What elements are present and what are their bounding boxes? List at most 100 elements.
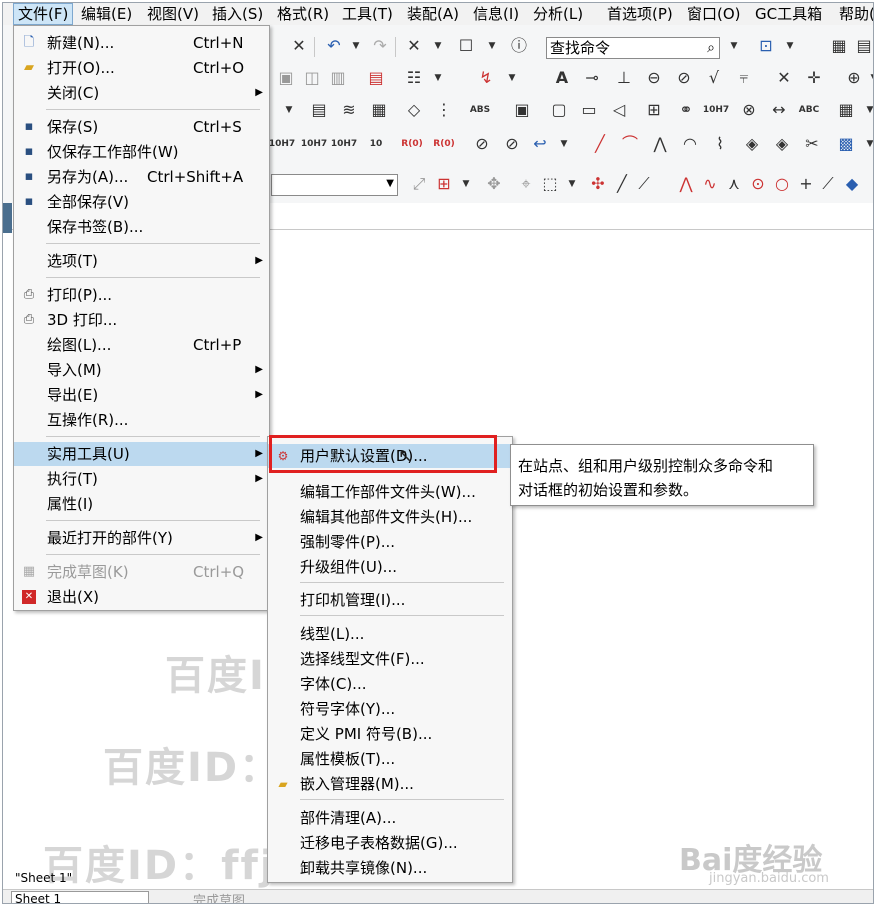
utilities-attribute-templates[interactable]: 属性模板(T)... (268, 747, 512, 771)
insert-table-icon[interactable]: ▤ (365, 67, 387, 89)
redo-icon[interactable]: ↷ (369, 35, 391, 57)
menu-gc-toolbox[interactable]: GC工具箱 (751, 4, 826, 24)
snap-peak-icon[interactable]: ⋀ (675, 173, 697, 195)
pattern-icon[interactable]: ▥ (327, 67, 349, 89)
delete-dropdown-icon[interactable]: ▼ (427, 35, 449, 57)
tree-icon[interactable]: ⋮ (433, 99, 455, 121)
view-dropdown-icon[interactable]: ▼ (779, 35, 801, 57)
border-icon[interactable]: ▢ (548, 99, 570, 121)
curve-icon[interactable]: ⌇ (709, 133, 731, 155)
menu-file[interactable]: 文件(F) (13, 3, 74, 25)
utilities-migrate-spreadsheet[interactable]: 迁移电子表格数据(G)... (268, 831, 512, 855)
file-menu-exit[interactable]: ✕ 退出(X) (14, 585, 269, 609)
file-menu-properties[interactable]: 属性(I) (14, 492, 269, 516)
rect-icon[interactable]: ▭ (578, 99, 600, 121)
r1-icon[interactable]: R(0) (433, 133, 455, 155)
utilities-fonts[interactable]: 字体(C)... (268, 672, 512, 696)
cube-icon[interactable]: ▩ (835, 133, 857, 155)
part-list-icon[interactable]: ☷ (403, 67, 425, 89)
snap-perp-icon[interactable]: ⋏ (723, 173, 745, 195)
balloon-icon[interactable]: ⊘ (673, 67, 695, 89)
tol-a-icon[interactable]: 10H7 (269, 133, 295, 155)
delete-icon[interactable]: ✕ (403, 35, 425, 57)
intersection-icon[interactable]: ✕ (773, 67, 795, 89)
command-finder-input[interactable]: 查找命令 ⌕ (546, 37, 720, 59)
no-icon[interactable]: ⊘ (471, 133, 493, 155)
file-menu-plot[interactable]: 绘图(L)... Ctrl+P (14, 333, 269, 357)
dimension-icon[interactable]: ↯ (475, 67, 497, 89)
leader-icon[interactable]: ⊸ (581, 67, 603, 89)
spline-icon[interactable]: ⋀ (649, 133, 671, 155)
utilities-part-cleanup[interactable]: 部件清理(A)... (268, 806, 512, 830)
snap-points-icon[interactable]: ✣ (587, 173, 609, 195)
file-menu-utilities[interactable]: 实用工具(U) ▶ (14, 442, 269, 466)
utilities-edit-work-header[interactable]: 编辑工作部件文件头(W)... (268, 480, 512, 504)
part-list-dropdown-icon[interactable]: ▼ (427, 67, 449, 89)
target-icon[interactable]: ⊕ (843, 67, 865, 89)
menu-format[interactable]: 格式(R) (273, 4, 333, 24)
grid-icon[interactable]: ▤ (853, 35, 873, 57)
snap-cross-icon[interactable]: + (795, 173, 817, 195)
dim-x-icon[interactable]: ↔ (768, 99, 790, 121)
cut-icon[interactable]: ✂ (801, 133, 823, 155)
undo-icon[interactable]: ↶ (323, 35, 345, 57)
box-dropdown-icon[interactable]: ▼ (561, 173, 583, 195)
dotted-box-icon[interactable]: ⊞ (643, 99, 665, 121)
layer-icon[interactable]: ▦ (828, 35, 850, 57)
view-fit-icon[interactable]: ⊡ (755, 35, 777, 57)
row3-end-dropdown-icon[interactable]: ▼ (859, 99, 873, 121)
abc-icon[interactable]: ABC (798, 99, 820, 121)
menu-insert[interactable]: 插入(S) (208, 4, 267, 24)
snap-line-icon[interactable]: ╱ (611, 173, 633, 195)
search-dropdown-icon[interactable]: ▼ (723, 35, 745, 57)
table-x-icon[interactable]: ▦ (835, 99, 857, 121)
tol-d-icon[interactable]: 10 (365, 133, 387, 155)
shape-icon[interactable]: ◠ (679, 133, 701, 155)
menu-view[interactable]: 视图(V) (143, 4, 203, 24)
file-menu-import[interactable]: 导入(M) ▶ (14, 358, 269, 382)
file-menu-save-as[interactable]: ▪ 另存为(A)... Ctrl+Shift+A (14, 165, 269, 189)
menu-tools[interactable]: 工具(T) (338, 4, 397, 24)
text-note-icon[interactable]: A (551, 67, 573, 89)
r0-icon[interactable]: R(0) (401, 133, 423, 155)
menu-help[interactable]: 帮助( (835, 4, 873, 24)
weld-symbol-icon[interactable]: ⚭ (675, 99, 697, 121)
snap-center-icon[interactable]: ⊙ (747, 173, 769, 195)
file-menu-new[interactable]: 🗋 新建(N)... Ctrl+N (14, 31, 269, 55)
file-menu-save[interactable]: ▪ 保存(S) Ctrl+S (14, 115, 269, 139)
move-icon[interactable]: ✥ (483, 173, 505, 195)
snap-icon[interactable]: ⤢ (408, 173, 430, 195)
center-mark-icon[interactable]: ✛ (803, 67, 825, 89)
hatch-icon[interactable]: ◫ (301, 67, 323, 89)
views-icon[interactable]: ▦ (368, 99, 390, 121)
sheet-combo[interactable]: Sheet 1 (11, 891, 149, 903)
row4-end-dropdown-icon[interactable]: ▼ (859, 133, 873, 155)
utilities-upgrade-components[interactable]: 升级组件(U)... (268, 555, 512, 579)
select-dropdown-icon[interactable]: ▼ (455, 173, 477, 195)
tol-b-icon[interactable]: 10H7 (301, 133, 327, 155)
menu-preferences[interactable]: 首选项(P) (603, 4, 677, 24)
line-icon[interactable]: ╱ (589, 133, 611, 155)
file-menu-options[interactable]: 选项(T) ▶ (14, 249, 269, 273)
menu-analysis[interactable]: 分析(L) (529, 4, 587, 24)
stack-icon[interactable]: ≋ (338, 99, 360, 121)
snap-slash-icon[interactable]: ⟋ (817, 173, 839, 195)
utilities-embed-manager[interactable]: ▰ 嵌入管理器(M)... (268, 772, 512, 796)
file-menu-3d-print[interactable]: ⎙ 3D 打印... (14, 308, 269, 332)
file-menu-interop[interactable]: 互操作(R)... (14, 408, 269, 432)
utilities-define-pmi-symbol[interactable]: 定义 PMI 符号(B)... (268, 722, 512, 746)
abs-icon[interactable]: ABS (469, 99, 491, 121)
plane-icon[interactable]: ◈ (741, 133, 763, 155)
section-icon[interactable]: ◇ (403, 99, 425, 121)
file-menu-save-bookmark[interactable]: 保存书签(B)... (14, 215, 269, 239)
row4-dropdown-icon[interactable]: ▼ (553, 133, 575, 155)
dimension-dropdown-icon[interactable]: ▼ (501, 67, 523, 89)
arc-icon[interactable]: ⌒ (619, 133, 641, 155)
file-menu-close[interactable]: 关闭(C) ▶ (14, 81, 269, 105)
info-icon[interactable]: ⓘ (508, 35, 530, 57)
undo-dropdown-icon[interactable]: ▼ (345, 35, 367, 57)
utilities-select-line-font-file[interactable]: 选择线型文件(F)... (268, 647, 512, 671)
menu-edit[interactable]: 编辑(E) (77, 4, 136, 24)
file-menu-open[interactable]: ▰ 打开(O)... Ctrl+O (14, 56, 269, 80)
annotation-icon[interactable]: ▣ (275, 67, 297, 89)
